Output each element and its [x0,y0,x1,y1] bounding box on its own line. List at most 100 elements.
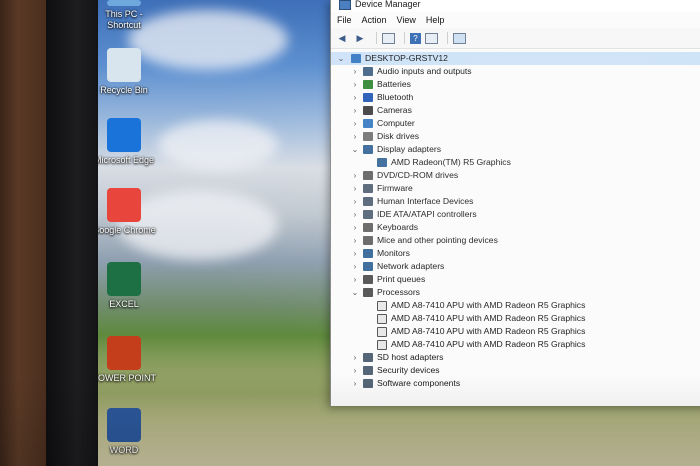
chevron-down-icon[interactable]: ⌄ [337,52,345,65]
word-icon [107,408,141,442]
tree-category[interactable]: › Network adapters [331,260,700,273]
desktop-shortcut[interactable]: Microsoft Edge [98,118,156,166]
tree-device-label: AMD A8-7410 APU with AMD Radeon R5 Graph… [391,339,586,349]
device-tree: ⌄ DESKTOP-GRSTV12 › Audio inputs and outp… [331,49,700,390]
hid-icon [363,197,373,206]
tree-category[interactable]: › SD host adapters [331,351,700,364]
tree-category-label: DVD/CD-ROM drives [377,170,459,180]
desktop: This PC - Shortcut Recycle Bin Microsoft E… [98,0,700,466]
tree-device[interactable]: AMD Radeon(TM) R5 Graphics [331,156,700,169]
tree-category-label: Cameras [377,105,412,115]
tree-category[interactable]: › IDE ATA/ATAPI controllers [331,208,700,221]
tree-category[interactable]: › Mice and other pointing devices [331,234,700,247]
desktop-shortcut-label: Google Chrome [98,225,156,235]
tree-root[interactable]: ⌄ DESKTOP-GRSTV12 [331,52,700,65]
forward-arrow-icon[interactable]: ▶ [353,32,367,44]
tree-device-label: AMD A8-7410 APU with AMD Radeon R5 Graph… [391,326,586,336]
tree-category-label: Disk drives [377,131,420,141]
chevron-right-icon[interactable]: › [351,78,359,91]
tree-category[interactable]: › Bluetooth [331,91,700,104]
menu-file[interactable]: File [337,15,352,25]
powerpoint-icon [107,336,141,370]
back-arrow-icon[interactable]: ◀ [335,32,349,44]
tree-device[interactable]: AMD A8-7410 APU with AMD Radeon R5 Graph… [331,338,700,351]
device-manager-window[interactable]: Device Manager File Action View Help ◀ ▶… [330,0,700,406]
chevron-right-icon[interactable]: › [351,260,359,273]
tree-device[interactable]: AMD A8-7410 APU with AMD Radeon R5 Graph… [331,299,700,312]
tree-category[interactable]: › Batteries [331,78,700,91]
tree-category-label: Human Interface Devices [377,196,474,206]
menu-action[interactable]: Action [362,15,387,25]
tree-category[interactable]: › Disk drives [331,130,700,143]
tree-device-label: AMD Radeon(TM) R5 Graphics [391,157,511,167]
security-device-icon [363,366,373,375]
chevron-right-icon[interactable]: › [351,65,359,78]
chevron-right-icon[interactable]: › [351,195,359,208]
desktop-shortcut[interactable]: Google Chrome [98,188,156,236]
this-pc-icon [107,0,141,6]
desktop-shortcut[interactable]: This PC - Shortcut [98,0,156,31]
help-icon[interactable]: ? [410,32,421,44]
chevron-right-icon[interactable]: › [351,377,359,390]
device-manager-icon [339,0,351,10]
tree-device[interactable]: AMD A8-7410 APU with AMD Radeon R5 Graph… [331,312,700,325]
chevron-right-icon[interactable]: › [351,234,359,247]
tree-category[interactable]: › Security devices [331,364,700,377]
properties-icon[interactable] [382,32,395,44]
desktop-shortcut[interactable]: POWER POINT [98,336,156,384]
computer-icon [351,54,361,63]
printer-icon [363,275,373,284]
desktop-shortcut[interactable]: WORD [98,408,156,456]
tree-category[interactable]: › Audio inputs and outputs [331,65,700,78]
tree-category[interactable]: › Firmware [331,182,700,195]
desktop-shortcut-label: Recycle Bin [100,85,148,95]
chevron-right-icon[interactable]: › [351,182,359,195]
chevron-down-icon[interactable]: ⌄ [351,143,359,156]
desktop-shortcut[interactable]: EXCEL [98,262,156,310]
firmware-icon [363,184,373,193]
sd-adapter-icon [363,353,373,362]
menu-help[interactable]: Help [426,15,445,25]
chevron-right-icon[interactable]: › [351,273,359,286]
chevron-right-icon[interactable]: › [351,221,359,234]
toolbar: ◀ ▶ ? [331,28,700,49]
desktop-shortcut[interactable]: Recycle Bin [98,48,156,96]
tree-root-label: DESKTOP-GRSTV12 [365,53,448,63]
chevron-right-icon[interactable]: › [351,247,359,260]
chevron-right-icon[interactable]: › [351,130,359,143]
tree-category-label: Software components [377,378,461,388]
camera-icon [363,106,373,115]
tree-category-label: Display adapters [377,144,442,154]
computer-icon [363,119,373,128]
tree-category[interactable]: ⌄ Display adapters [331,143,700,156]
tree-device[interactable]: AMD A8-7410 APU with AMD Radeon R5 Graph… [331,325,700,338]
tree-category[interactable]: › Cameras [331,104,700,117]
tree-category[interactable]: › Computer [331,117,700,130]
chevron-right-icon[interactable]: › [351,364,359,377]
tree-category[interactable]: › Print queues [331,273,700,286]
chevron-right-icon[interactable]: › [351,208,359,221]
update-driver-icon[interactable] [425,32,438,44]
tree-device-label: AMD A8-7410 APU with AMD Radeon R5 Graph… [391,300,586,310]
chevron-right-icon[interactable]: › [351,169,359,182]
chrome-icon [107,188,141,222]
chevron-right-icon[interactable]: › [351,104,359,117]
toolbar-separator [447,32,448,44]
tree-category[interactable]: › DVD/CD-ROM drives [331,169,700,182]
chevron-down-icon[interactable]: ⌄ [351,286,359,299]
excel-icon [107,262,141,296]
title-bar[interactable]: Device Manager [331,0,700,12]
chevron-right-icon[interactable]: › [351,91,359,104]
monitor-icon[interactable] [453,32,466,44]
tree-category[interactable]: › Keyboards [331,221,700,234]
chevron-right-icon[interactable]: › [351,351,359,364]
tree-category[interactable]: › Monitors [331,247,700,260]
tree-category[interactable]: › Human Interface Devices [331,195,700,208]
tree-category[interactable]: ⌄ Processors [331,286,700,299]
chevron-right-icon[interactable]: › [351,117,359,130]
tree-category-label: Audio inputs and outputs [377,66,472,76]
tree-category[interactable]: › Software components [331,377,700,390]
menu-view[interactable]: View [397,15,416,25]
desktop-shortcut-label: EXCEL [109,299,139,309]
tree-category-label: Processors [377,287,420,297]
